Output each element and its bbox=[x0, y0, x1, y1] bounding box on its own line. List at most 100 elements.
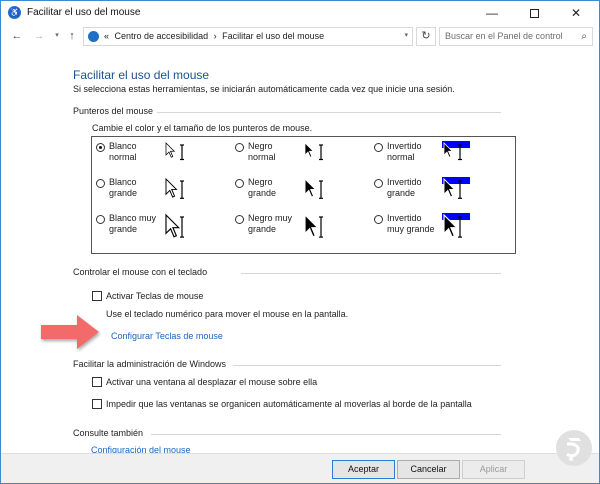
pointer-option-label[interactable]: Negro normal bbox=[248, 141, 276, 163]
pointer-option-white-normal[interactable]: Blanco normal bbox=[96, 141, 236, 175]
pointer-option-label-line1: Invertido bbox=[387, 177, 422, 187]
pointer-radio[interactable] bbox=[235, 179, 244, 188]
maximize-icon bbox=[529, 9, 539, 19]
pointer-option-label-line2: grande bbox=[248, 224, 277, 234]
address-bar[interactable]: « Centro de accesibilidad › Facilitar el… bbox=[83, 27, 413, 46]
window-title: Facilitar el uso del mouse bbox=[27, 7, 141, 18]
title-bar: ♿ Facilitar el uso del mouse — ✕ bbox=[1, 1, 599, 25]
pointer-option-label-line1: Blanco bbox=[109, 141, 137, 151]
pointer-option-black-normal[interactable]: Negro normal bbox=[235, 141, 375, 175]
pointer-option-label-line1: Invertido bbox=[387, 141, 422, 151]
pointer-option-label-line1: Negro bbox=[248, 177, 273, 187]
search-input[interactable]: Buscar en el Panel de control ⌕ bbox=[439, 27, 593, 46]
pointer-option-white-large[interactable]: Blanco grande bbox=[96, 177, 236, 211]
pointer-option-label-line1: Invertido bbox=[387, 213, 422, 223]
section-heading-windows: Facilitar la administración de Windows bbox=[73, 359, 227, 369]
pointer-radio[interactable] bbox=[96, 215, 105, 224]
section-heading-see-also: Consulte también bbox=[73, 428, 144, 438]
pointer-option-white-xlarge[interactable]: Blanco muy grande bbox=[96, 213, 236, 247]
pointer-option-label[interactable]: Blanco normal bbox=[109, 141, 137, 163]
pointer-preview-icon bbox=[164, 177, 192, 203]
pointer-option-label-line1: Negro bbox=[248, 141, 273, 151]
pointer-option-label[interactable]: Invertido muy grande bbox=[387, 213, 435, 235]
pointer-radio[interactable] bbox=[235, 215, 244, 224]
pointer-option-label[interactable]: Negro muy grande bbox=[248, 213, 292, 235]
ok-button[interactable]: Aceptar bbox=[332, 460, 395, 479]
pointer-scheme-group: Blanco normal Negro normal Invertido normal Bl… bbox=[91, 136, 516, 254]
breadcrumb-separator[interactable]: › bbox=[214, 31, 217, 41]
pointer-option-black-xlarge[interactable]: Negro muy grande bbox=[235, 213, 375, 247]
pointer-option-inverted-large[interactable]: Invertido grande bbox=[374, 177, 514, 211]
close-button[interactable]: ✕ bbox=[555, 1, 597, 25]
pointer-option-label[interactable]: Blanco muy grande bbox=[109, 213, 156, 235]
pointer-option-label[interactable]: Negro grande bbox=[248, 177, 276, 199]
pointer-option-inverted-xlarge[interactable]: Invertido muy grande bbox=[374, 213, 514, 247]
refresh-button[interactable]: ↻ bbox=[416, 27, 436, 46]
accessibility-icon: ♿ bbox=[8, 6, 21, 19]
pointer-option-label-line2: normal bbox=[248, 152, 276, 162]
window: ♿ Facilitar el uso del mouse — ✕ ← → ▾ ↑… bbox=[0, 0, 600, 484]
section-divider bbox=[233, 365, 501, 366]
configure-mouse-keys-link[interactable]: Configurar Teclas de mouse bbox=[111, 331, 223, 341]
pointer-option-black-large[interactable]: Negro grande bbox=[235, 177, 375, 211]
activate-window-hover-label[interactable]: Activar una ventana al desplazar el mous… bbox=[106, 377, 317, 387]
mouse-keys-label[interactable]: Activar Teclas de mouse bbox=[106, 291, 203, 301]
pointer-option-label-line1: Blanco bbox=[109, 177, 137, 187]
pointer-option-label-line2: normal bbox=[109, 152, 137, 162]
pointer-radio[interactable] bbox=[374, 143, 383, 152]
page-title: Facilitar el uso del mouse bbox=[73, 68, 210, 82]
pointer-option-label-line1: Blanco muy bbox=[109, 213, 157, 223]
prevent-snap-checkbox[interactable] bbox=[92, 399, 102, 409]
forward-button[interactable]: → bbox=[31, 28, 47, 44]
cancel-button[interactable]: Cancelar bbox=[397, 460, 460, 479]
section-divider bbox=[151, 434, 501, 435]
pointer-preview-icon bbox=[303, 213, 331, 239]
search-icon: ⌕ bbox=[581, 31, 587, 42]
recent-locations-button[interactable]: ▾ bbox=[49, 28, 65, 44]
logo-icon bbox=[556, 430, 592, 466]
pointer-option-label-line2: grande bbox=[109, 224, 138, 234]
breadcrumb-accessibility-center[interactable]: Centro de accesibilidad bbox=[115, 31, 209, 41]
chevron-down-icon[interactable]: ▾ bbox=[404, 31, 408, 39]
pointer-radio[interactable] bbox=[96, 143, 105, 152]
pointer-option-label-line2: grande bbox=[109, 188, 138, 198]
pointer-option-inverted-normal[interactable]: Invertido normal bbox=[374, 141, 514, 175]
pointers-description: Cambie el color y el tamaño de los punte… bbox=[92, 123, 313, 133]
breadcrumb: « Centro de accesibilidad › Facilitar el… bbox=[104, 31, 327, 41]
navigation-bar: ← → ▾ ↑ « Centro de accesibilidad › Faci… bbox=[1, 25, 599, 49]
pointer-preview-icon bbox=[303, 141, 331, 167]
up-button[interactable]: ↑ bbox=[64, 28, 80, 44]
breadcrumb-overflow[interactable]: « bbox=[104, 31, 109, 41]
activate-window-hover-checkbox[interactable] bbox=[92, 377, 102, 387]
maximize-button[interactable] bbox=[513, 1, 555, 25]
pointer-option-label-line2: grande bbox=[387, 188, 416, 198]
pointer-preview-icon bbox=[442, 213, 470, 239]
pointer-option-label-line2: normal bbox=[387, 152, 415, 162]
apply-button[interactable]: Aplicar bbox=[462, 460, 525, 479]
pointer-option-label-line2: grande bbox=[248, 188, 277, 198]
pointer-option-label[interactable]: Invertido grande bbox=[387, 177, 422, 199]
accessibility-icon bbox=[88, 31, 99, 42]
pointer-option-label-line1: Negro muy bbox=[248, 213, 293, 223]
pointer-radio[interactable] bbox=[374, 179, 383, 188]
pointer-option-label[interactable]: Invertido normal bbox=[387, 141, 422, 163]
pointer-radio[interactable] bbox=[96, 179, 105, 188]
pointer-preview-icon bbox=[303, 177, 331, 203]
mouse-settings-link[interactable]: Configuración del mouse bbox=[91, 445, 191, 453]
back-button[interactable]: ← bbox=[9, 28, 25, 44]
mouse-keys-checkbox[interactable] bbox=[92, 291, 102, 301]
red-arrow-icon bbox=[41, 315, 99, 349]
breadcrumb-current[interactable]: Facilitar el uso del mouse bbox=[222, 31, 324, 41]
minimize-button[interactable]: — bbox=[471, 1, 513, 25]
pointer-radio[interactable] bbox=[235, 143, 244, 152]
section-heading-keyboard: Controlar el mouse con el teclado bbox=[73, 267, 208, 277]
pointer-preview-icon bbox=[442, 177, 470, 203]
page-subtitle: Si selecciona estas herramientas, se ini… bbox=[73, 84, 455, 94]
pointer-radio[interactable] bbox=[374, 215, 383, 224]
pointer-option-label[interactable]: Blanco grande bbox=[109, 177, 137, 199]
mouse-keys-help: Use el teclado numérico para mover el mo… bbox=[106, 309, 349, 319]
pointer-option-label-line2: muy grande bbox=[387, 224, 435, 234]
search-placeholder: Buscar en el Panel de control bbox=[445, 31, 563, 41]
pointer-preview-icon bbox=[164, 141, 192, 167]
prevent-snap-label[interactable]: Impedir que las ventanas se organicen au… bbox=[106, 399, 472, 409]
